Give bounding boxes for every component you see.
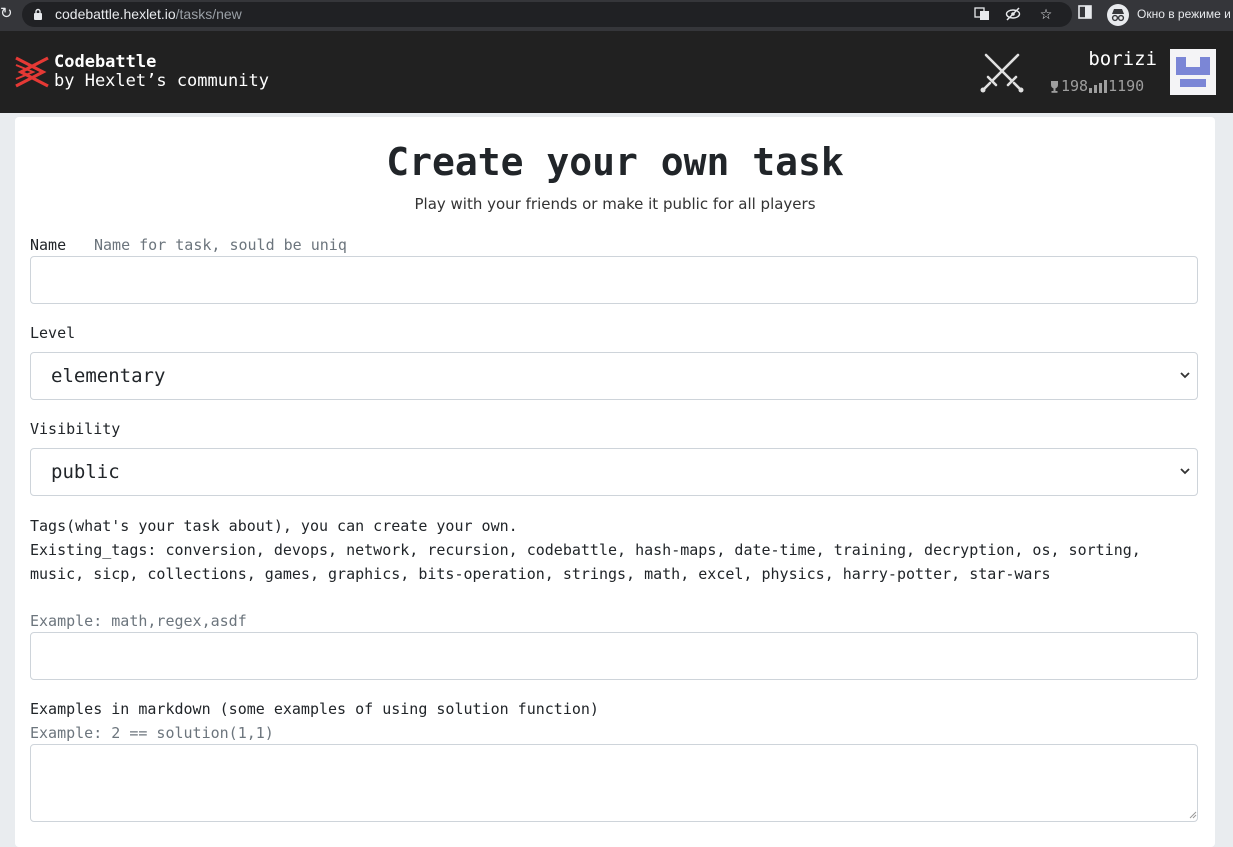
avatar[interactable] bbox=[1170, 49, 1216, 95]
examples-hint: Example: 2 == solution(1,1) bbox=[30, 724, 274, 742]
translate-icon[interactable] bbox=[973, 6, 991, 24]
trophy-icon bbox=[1051, 81, 1058, 93]
url-text: codebattle.hexlet.io/tasks/new bbox=[55, 6, 242, 22]
task-form-card: Create your own task Play with your frie… bbox=[15, 117, 1215, 847]
visibility-selected-value: public bbox=[51, 461, 120, 483]
name-input[interactable] bbox=[30, 256, 1198, 304]
examples-textarea[interactable] bbox=[30, 744, 1198, 822]
tags-input[interactable] bbox=[30, 632, 1198, 680]
bookmark-star-icon[interactable]: ☆ bbox=[1037, 6, 1055, 24]
tags-description: Tags(what's your task about), you can cr… bbox=[30, 514, 1190, 586]
browser-toolbar: ↻ codebattle.hexlet.io/tasks/new ☆ Окно … bbox=[0, 0, 1233, 31]
incognito-label: Окно в режиме и bbox=[1137, 7, 1231, 21]
incognito-icon[interactable] bbox=[1107, 4, 1129, 26]
page-title: Create your own task bbox=[386, 140, 844, 184]
username[interactable]: borizi bbox=[1088, 48, 1157, 70]
visibility-select[interactable]: public bbox=[30, 448, 1198, 496]
reload-icon[interactable]: ↻ bbox=[0, 4, 13, 22]
lock-icon bbox=[34, 8, 42, 20]
tags-label: Tags(what's your task about), you can cr… bbox=[30, 517, 518, 535]
codebattle-logo-icon[interactable] bbox=[13, 52, 51, 92]
examples-label: Examples in markdown (some examples of u… bbox=[30, 700, 599, 718]
address-bar[interactable]: codebattle.hexlet.io/tasks/new ☆ bbox=[22, 2, 1072, 27]
name-hint: Name for task, sould be uniq bbox=[94, 236, 347, 254]
brand-subtitle: by Hexlet’s community bbox=[54, 71, 269, 91]
brand-title[interactable]: Codebattle bbox=[54, 52, 156, 72]
rating-value: 1190 bbox=[1108, 77, 1145, 95]
page-subtitle: Play with your friends or make it public… bbox=[414, 195, 816, 213]
trophy-count: 198 bbox=[1061, 77, 1089, 95]
name-label: Name bbox=[30, 236, 67, 254]
rating-chart-icon bbox=[1089, 80, 1108, 93]
eye-off-icon[interactable] bbox=[1004, 6, 1022, 24]
level-label: Level bbox=[30, 324, 76, 342]
chevron-down-icon bbox=[1180, 468, 1190, 475]
tags-example-hint: Example: math,regex,asdf bbox=[30, 612, 247, 630]
side-panel-icon[interactable] bbox=[1076, 5, 1094, 23]
level-select[interactable]: elementary bbox=[30, 352, 1198, 400]
site-header: Codebattle by Hexlet’s community borizi … bbox=[0, 31, 1233, 113]
level-selected-value: elementary bbox=[51, 365, 166, 387]
existing-tags: Existing_tags: conversion, devops, netwo… bbox=[30, 541, 1141, 583]
user-stats: 198 1190 bbox=[1048, 77, 1144, 95]
crossed-swords-icon[interactable] bbox=[978, 51, 1026, 95]
chevron-down-icon bbox=[1180, 372, 1190, 379]
visibility-label: Visibility bbox=[30, 420, 121, 438]
resize-grip-icon[interactable] bbox=[1189, 811, 1197, 819]
